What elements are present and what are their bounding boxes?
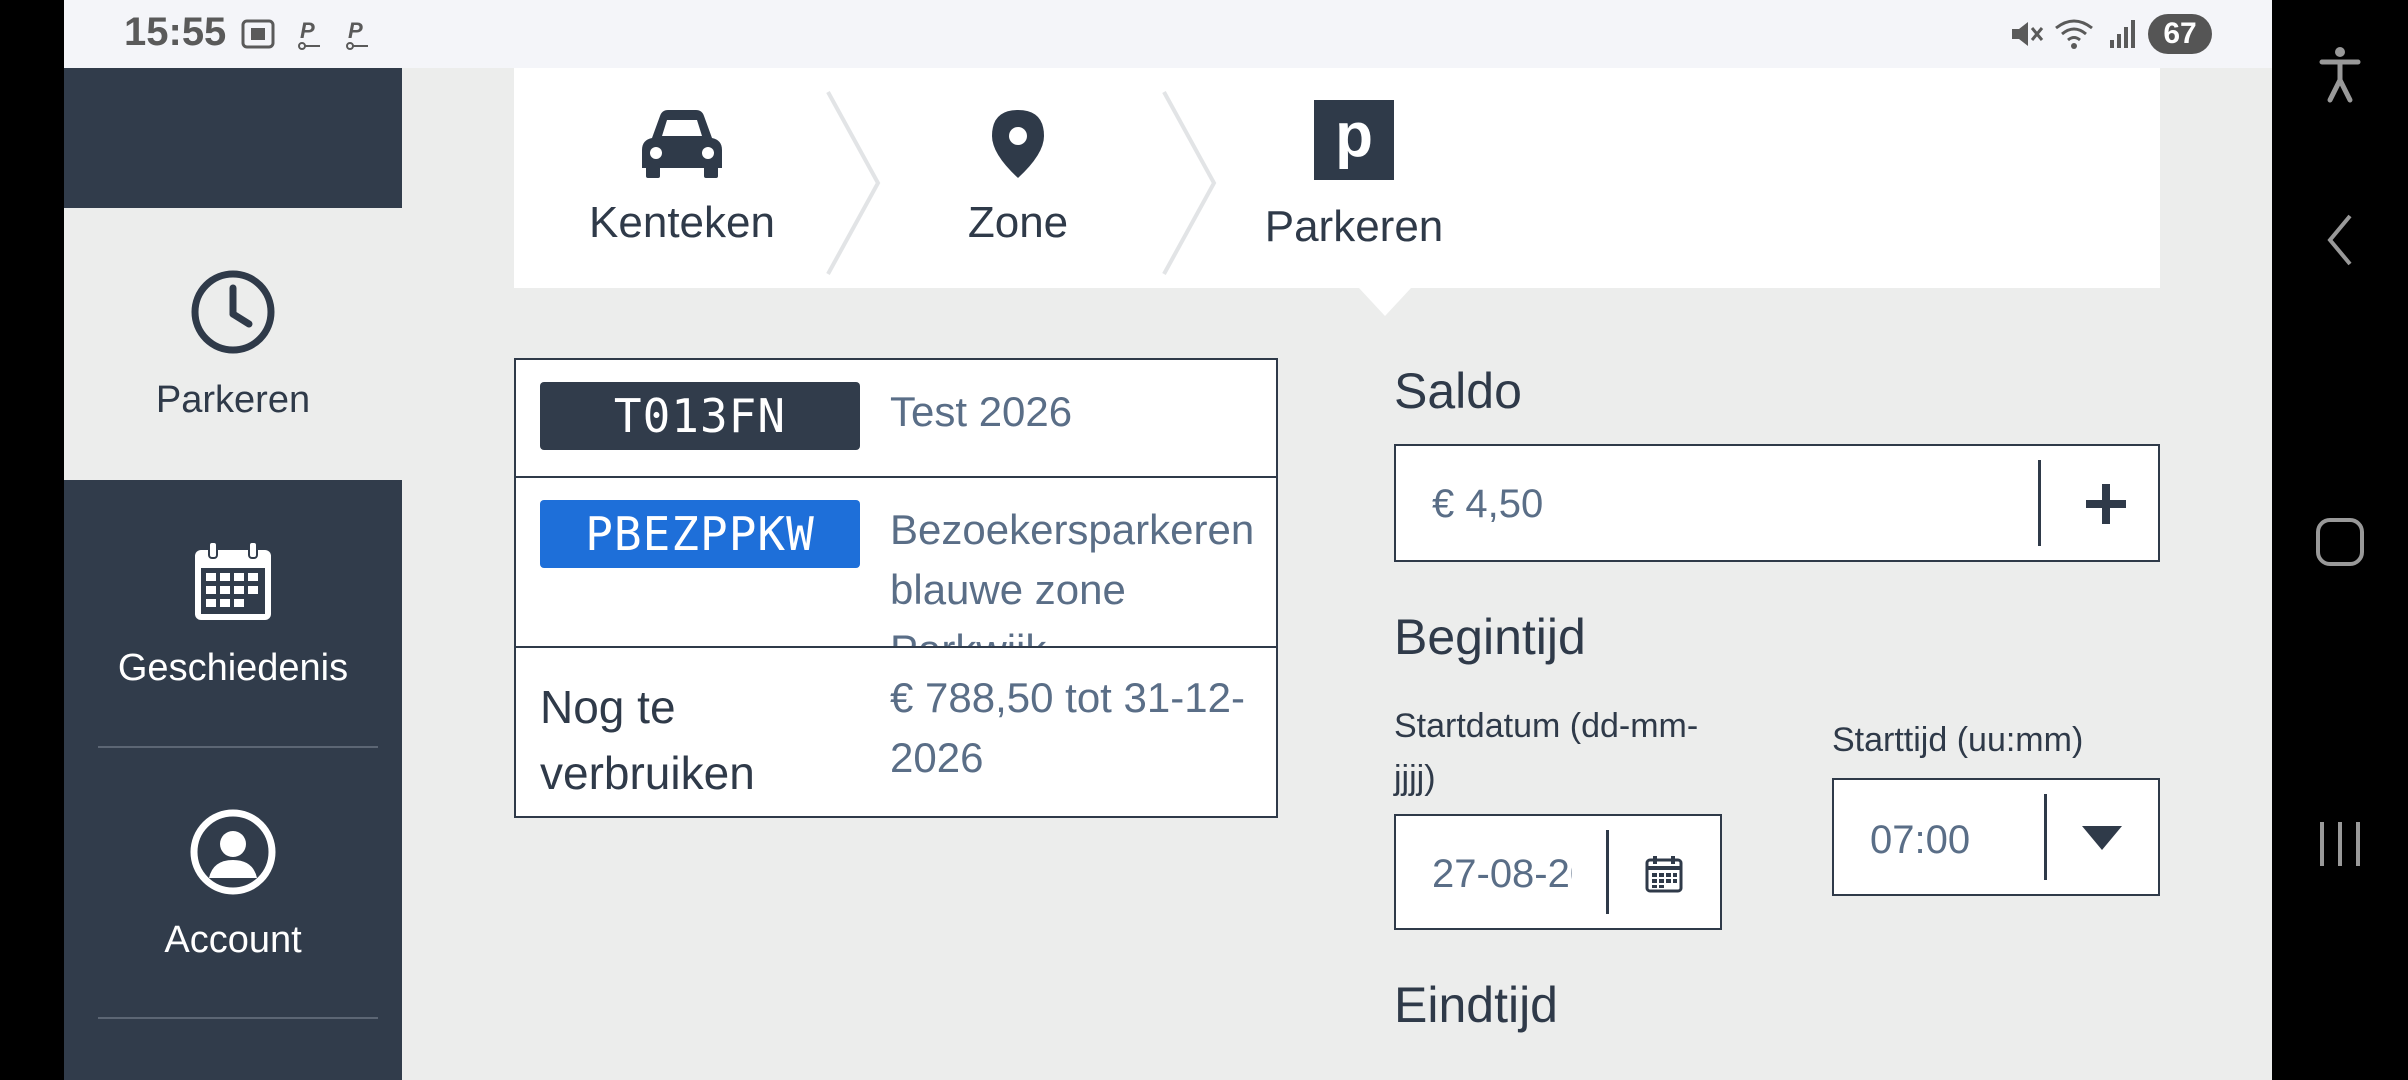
calendar-icon xyxy=(191,540,275,629)
parking-p-icon: p xyxy=(1314,100,1394,180)
android-navigation-bar xyxy=(2272,0,2408,1080)
saldo-label: Saldo xyxy=(1394,363,1522,419)
begintijd-label: Begintijd xyxy=(1394,609,1586,665)
step-kenteken[interactable]: Kenteken xyxy=(514,68,850,288)
sidebar-item-label: Geschiedenis xyxy=(117,647,349,689)
starttijd-select[interactable]: 07:00 xyxy=(1832,778,2160,896)
accessibility-button[interactable] xyxy=(2272,44,2408,104)
step-label: Kenteken xyxy=(589,198,775,247)
recents-icon xyxy=(2320,822,2360,866)
progress-stepper: Kenteken Zone p Parkeren xyxy=(514,68,2160,288)
accessibility-icon xyxy=(2319,47,2361,103)
svg-text:P: P xyxy=(348,18,363,43)
sidebar: Parkeren Geschiedenis Account xyxy=(64,68,402,1080)
budget-card: Nog te verbruiken € 788,50 tot 31-12-202… xyxy=(514,646,1278,818)
active-step-pointer xyxy=(1359,288,1411,316)
sidebar-item-parkeren[interactable]: Parkeren xyxy=(64,208,402,480)
field-divider xyxy=(2038,460,2041,546)
home-square-icon xyxy=(2316,518,2364,566)
plus-icon xyxy=(2086,484,2126,524)
saldo-field: € 4,50 xyxy=(1394,444,2160,562)
step-zone[interactable]: Zone xyxy=(850,68,1186,288)
field-divider xyxy=(2044,794,2047,880)
add-saldo-button[interactable] xyxy=(2056,466,2156,542)
budget-label: Nog te verbruiken xyxy=(540,681,755,799)
vehicle-card[interactable]: T013FN Test 2026 xyxy=(514,358,1278,478)
license-plate: PBEZPPKW xyxy=(540,500,860,568)
app-screen: 15:55 P P 67 Parkeren Geschiedenis Accou… xyxy=(64,0,2272,1080)
starttijd-value: 07:00 xyxy=(1870,818,1971,862)
vehicle-description: Test 2026 xyxy=(890,388,1073,435)
sidebar-header xyxy=(64,68,402,208)
battery-indicator: 67 xyxy=(2148,14,2212,54)
parking-notification-icon: P xyxy=(338,14,378,54)
sidebar-item-label: Parkeren xyxy=(155,379,311,421)
budget-value: € 788,50 tot 31-12-2026 xyxy=(890,674,1245,781)
field-divider xyxy=(1606,830,1609,914)
mute-icon xyxy=(2006,14,2046,54)
vehicle-description: Bezoekersparkeren blauwe zone Parkwijk xyxy=(890,506,1255,646)
sidebar-item-label: Account xyxy=(164,919,302,961)
license-plate: T013FN xyxy=(540,382,860,450)
parking-notification-icon: P xyxy=(290,14,330,54)
startdatum-field[interactable]: 27-08-2026 xyxy=(1394,814,1722,930)
sidebar-item-geschiedenis[interactable]: Geschiedenis xyxy=(64,480,402,748)
calendar-picker-button[interactable] xyxy=(1624,846,1704,902)
svg-text:P: P xyxy=(300,18,315,43)
back-button[interactable] xyxy=(2272,210,2408,270)
status-bar: 15:55 P P 67 xyxy=(64,0,2272,68)
parking-p-glyph: p xyxy=(1314,100,1394,180)
step-label: Zone xyxy=(967,198,1069,247)
step-label: Parkeren xyxy=(1264,202,1444,251)
calendar-icon xyxy=(1645,856,1683,893)
wifi-icon xyxy=(2054,14,2094,54)
car-icon xyxy=(638,100,726,180)
screenshot-icon xyxy=(238,14,278,54)
sidebar-item-account[interactable]: Account xyxy=(64,748,402,1018)
recents-button[interactable] xyxy=(2272,816,2408,872)
user-circle-icon xyxy=(189,808,277,901)
starttijd-dropdown-toggle[interactable] xyxy=(2062,810,2142,866)
clock-icon xyxy=(189,268,277,361)
starttijd-label: Starttijd (uu:mm) xyxy=(1832,721,2084,759)
signal-icon xyxy=(2102,14,2142,54)
saldo-value: € 4,50 xyxy=(1432,482,1544,526)
caret-down-icon xyxy=(2082,826,2122,850)
status-time: 15:55 xyxy=(124,10,227,54)
sidebar-divider xyxy=(98,1017,378,1019)
vehicle-card[interactable]: PBEZPPKW Bezoekersparkeren blauwe zone P… xyxy=(514,476,1278,648)
location-pin-icon xyxy=(988,100,1048,180)
home-button[interactable] xyxy=(2272,516,2408,568)
eindtijd-label: Eindtijd xyxy=(1394,977,1558,1033)
startdatum-label: Startdatum (dd-mm-jjjj) xyxy=(1394,707,1699,797)
back-chevron-icon xyxy=(2327,214,2352,266)
step-parkeren[interactable]: p Parkeren xyxy=(1186,68,1522,288)
startdatum-input[interactable]: 27-08-2026 xyxy=(1432,852,1572,897)
